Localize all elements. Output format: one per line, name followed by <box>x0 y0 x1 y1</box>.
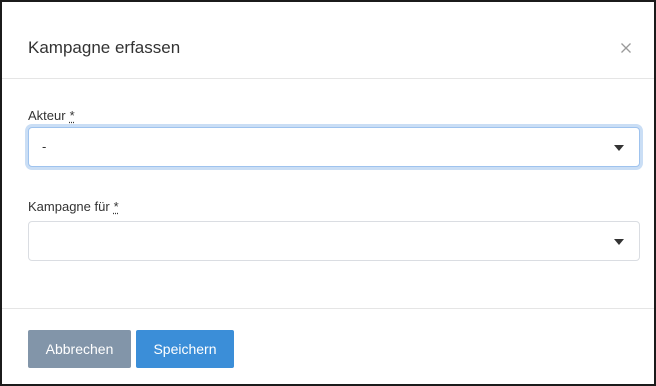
akteur-select[interactable]: - <box>28 127 640 167</box>
caret-down-icon <box>614 239 624 245</box>
required-marker: * <box>113 199 119 214</box>
dialog-footer: Abbrechen Speichern <box>2 308 654 384</box>
dialog-header: Kampagne erfassen <box>2 2 654 79</box>
akteur-label: Akteur * <box>28 108 75 124</box>
dialog-title: Kampagne erfassen <box>28 38 181 57</box>
cancel-button[interactable]: Abbrechen <box>28 330 131 368</box>
close-button[interactable] <box>618 40 634 56</box>
required-marker: * <box>69 108 75 123</box>
kampagne-fuer-label: Kampagne für * <box>28 199 119 215</box>
kampagne-dialog: Kampagne erfassen Akteur * - Kampagne für… <box>0 0 656 386</box>
close-icon <box>621 43 631 53</box>
akteur-label-text: Akteur <box>28 108 66 123</box>
kampagne-fuer-label-text: Kampagne für <box>28 199 110 214</box>
caret-down-icon <box>614 145 624 151</box>
akteur-select-value: - <box>42 139 47 154</box>
save-button[interactable]: Speichern <box>136 330 234 368</box>
kampagne-fuer-select[interactable] <box>28 221 640 261</box>
